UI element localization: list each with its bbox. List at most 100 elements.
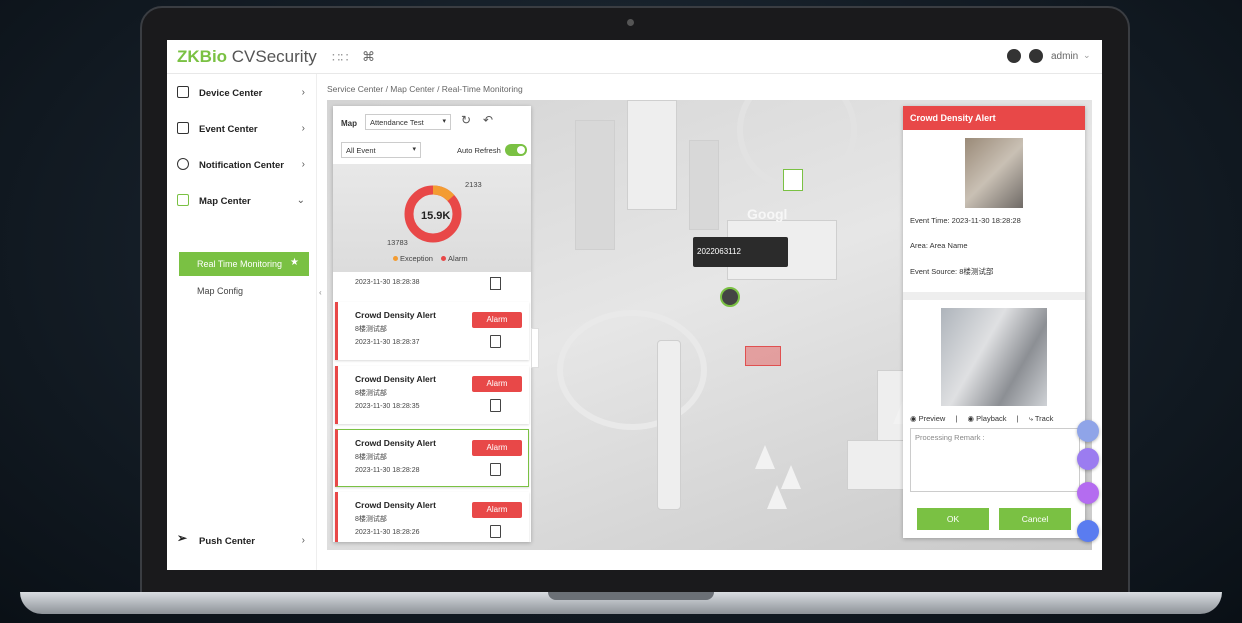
event-filter-value: All Event <box>346 146 376 155</box>
preview-icon[interactable]: ◉ <box>910 414 917 423</box>
chevron-down-icon[interactable]: ⌄ <box>1083 50 1091 61</box>
collapse-panel-tab[interactable] <box>531 328 539 368</box>
alarm-button[interactable]: Alarm <box>472 440 522 456</box>
alert-area: Area: Area Name <box>910 241 968 250</box>
map-select[interactable]: Attendance Test ▾ <box>365 114 451 130</box>
book-icon[interactable] <box>1077 448 1099 470</box>
sidebar-item-device-center[interactable]: Device Center › <box>167 78 317 108</box>
track-button[interactable]: Track <box>1035 414 1053 423</box>
push-icon: ➢ <box>177 531 188 545</box>
sidebar-item-label: Push Center <box>199 536 255 547</box>
sidebar: Device Center › Event Center › Notificat… <box>167 74 317 570</box>
event-source: 8楼测试部 <box>355 390 387 397</box>
apps-grid-icon[interactable]: ∷∷ <box>332 50 349 66</box>
sidebar-sub-label: Real Time Monitoring <box>197 259 283 269</box>
ok-button[interactable]: OK <box>917 508 989 530</box>
sidebar-item-notification-center[interactable]: Notification Center › <box>167 150 317 180</box>
sidebar-item-push-center[interactable]: ➢ Push Center › <box>167 526 317 556</box>
event-filter-select[interactable]: All Event ▾ <box>341 142 421 158</box>
chat-icon[interactable] <box>1077 520 1099 542</box>
document-icon[interactable] <box>490 399 501 412</box>
compass-icon[interactable] <box>1007 49 1021 63</box>
event-time: 2023-11-30 18:28:35 <box>355 403 420 410</box>
event-title: Crowd Density Alert <box>355 500 436 510</box>
legend-exception-dot <box>393 256 398 261</box>
event-source: 8楼测试部 <box>355 516 387 523</box>
donut-total: 15.9K <box>421 210 451 222</box>
document-icon[interactable] <box>490 335 501 348</box>
breadcrumb: Service Center / Map Center / Real-Time … <box>327 84 523 94</box>
cancel-button[interactable]: Cancel <box>999 508 1071 530</box>
document-icon[interactable] <box>490 463 501 476</box>
alarm-button[interactable]: Alarm <box>472 376 522 392</box>
undo-icon[interactable]: ↶ <box>483 113 493 127</box>
event-card-partial[interactable]: 2023-11-30 18:28:38 <box>335 274 529 296</box>
donut-alarm-value: 13783 <box>387 238 408 247</box>
document-icon[interactable] <box>490 525 501 538</box>
device-marker[interactable] <box>783 169 803 191</box>
star-icon[interactable]: ★ <box>290 257 299 268</box>
donut-exception-value: 2133 <box>465 180 482 189</box>
processing-remark-input[interactable]: Processing Remark : <box>910 428 1080 492</box>
top-bar: ZKBio CVSecurity ∷∷ ⌘ admin ⌄ <box>167 40 1102 74</box>
playback-button[interactable]: Playback <box>976 414 1006 423</box>
translate-icon[interactable] <box>1077 420 1099 442</box>
sidebar-sub-map-config[interactable]: Map Config <box>197 286 243 296</box>
event-source: 8楼测试部 <box>355 454 387 461</box>
event-card[interactable]: Crowd Density Alert 8楼测试部 2023-11-30 18:… <box>335 366 529 424</box>
playback-icon[interactable]: ◉ <box>967 414 974 423</box>
alert-snapshot[interactable] <box>965 138 1023 208</box>
alarm-button[interactable]: Alarm <box>472 502 522 518</box>
logo-zkbio: ZKBio <box>177 47 228 66</box>
event-icon <box>177 122 189 134</box>
event-time: 2023-11-30 18:28:26 <box>355 529 420 536</box>
divider <box>903 292 1085 300</box>
map-tree <box>767 485 787 509</box>
caret-down-icon: ▾ <box>412 146 416 153</box>
map-building <box>627 100 677 210</box>
user-icon[interactable] <box>1029 49 1043 63</box>
device-tooltip: 2022063112 <box>693 237 788 267</box>
alarm-marker[interactable] <box>745 346 781 366</box>
logo-cvsecurity: CVSecurity <box>227 47 317 66</box>
camera-marker[interactable] <box>720 287 740 307</box>
legend-exception: Exception <box>400 254 433 263</box>
alert-video[interactable] <box>941 308 1047 406</box>
command-icon[interactable]: ⌘ <box>362 49 375 65</box>
chevron-right-icon: › <box>301 159 305 170</box>
document-icon[interactable] <box>490 277 501 290</box>
event-title: Crowd Density Alert <box>355 438 436 448</box>
sidebar-item-map-center[interactable]: Map Center ⌄ <box>167 186 317 216</box>
sidebar-item-label: Event Center <box>199 124 258 135</box>
auto-refresh-toggle[interactable] <box>505 144 527 156</box>
app-screen: ZKBio CVSecurity ∷∷ ⌘ admin ⌄ Device Cen… <box>167 40 1102 570</box>
event-card[interactable]: Crowd Density Alert 8楼测试部 2023-11-30 18:… <box>335 302 529 360</box>
refresh-icon[interactable]: ↻ <box>461 113 471 127</box>
brain-icon[interactable] <box>1077 482 1099 504</box>
device-icon <box>177 86 189 98</box>
sidebar-item-label: Device Center <box>199 88 263 99</box>
track-icon[interactable]: ⤷ <box>1029 414 1033 423</box>
map-building <box>575 120 615 250</box>
preview-button[interactable]: Preview <box>919 414 946 423</box>
chevron-right-icon: › <box>301 123 305 134</box>
event-panel: Map Attendance Test ▾ ↻ ↶ All Event ▾ Au… <box>333 106 531 542</box>
event-card[interactable]: Crowd Density Alert 8楼测试部 2023-11-30 18:… <box>335 492 529 542</box>
map-select-value: Attendance Test <box>370 118 424 127</box>
user-name[interactable]: admin <box>1051 51 1078 62</box>
alert-detail-panel: Crowd Density Alert Event Time: 2023-11-… <box>903 106 1085 538</box>
legend-alarm-dot <box>441 256 447 261</box>
map-tree <box>755 445 775 469</box>
sidebar-sub-real-time-monitoring[interactable]: Real Time Monitoring ★ <box>179 252 309 276</box>
alert-event-source: Event Source: 8楼测试部 <box>910 267 994 276</box>
collapse-left-icon[interactable]: ‹ <box>319 288 322 297</box>
map-tower <box>657 340 681 510</box>
donut-legend: Exception Alarm <box>393 254 468 263</box>
legend-alarm: Alarm <box>448 254 468 263</box>
app-logo[interactable]: ZKBio CVSecurity <box>177 47 317 67</box>
event-title: Crowd Density Alert <box>355 374 436 384</box>
camera-icon <box>627 19 634 26</box>
event-card-selected[interactable]: Crowd Density Alert 8楼测试部 2023-11-30 18:… <box>335 429 529 487</box>
alarm-button[interactable]: Alarm <box>472 312 522 328</box>
sidebar-item-event-center[interactable]: Event Center › <box>167 114 317 144</box>
